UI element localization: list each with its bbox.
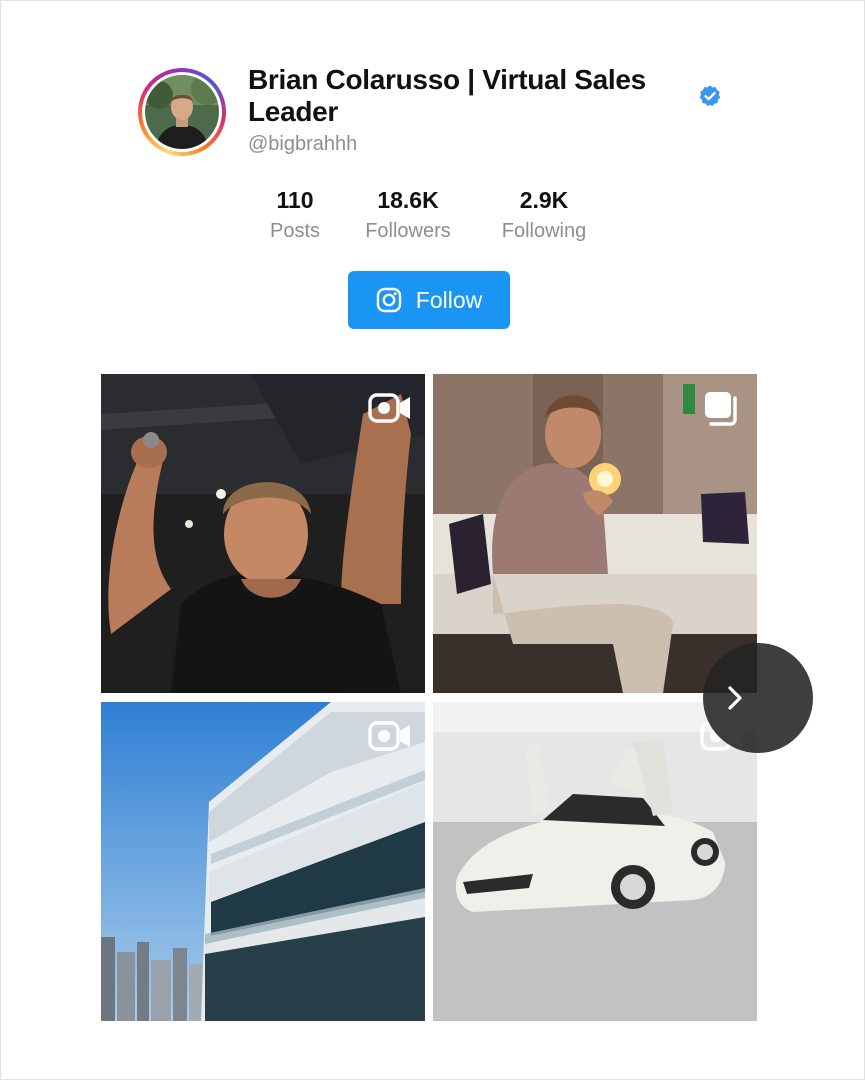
stat-label: Followers: [365, 220, 451, 242]
post-tile[interactable]: [433, 702, 757, 1021]
stat-value: 110: [276, 187, 314, 213]
post-tile[interactable]: [101, 374, 425, 693]
carousel-next-button[interactable]: [703, 643, 813, 753]
avatar[interactable]: [138, 68, 226, 156]
profile-name: Brian Colarusso | Virtual Sales Leader: [248, 64, 646, 127]
post-tile[interactable]: [101, 702, 425, 1021]
verified-badge-icon: [699, 85, 721, 107]
follow-button-label: Follow: [415, 286, 483, 313]
stat-following[interactable]: 2.9K Following: [492, 186, 596, 246]
stat-value: 18.6K: [377, 187, 439, 213]
video-camera-icon: [368, 721, 410, 751]
stat-posts[interactable]: 110 Posts: [260, 186, 330, 246]
chevron-right-icon: [728, 686, 742, 710]
stat-value: 2.9K: [519, 187, 569, 213]
stat-followers[interactable]: 18.6K Followers: [358, 186, 458, 246]
video-camera-icon: [368, 393, 410, 423]
post-tile[interactable]: [433, 374, 757, 693]
follow-button[interactable]: Follow: [348, 271, 510, 329]
username-handle: @bigbrahhh: [248, 133, 358, 155]
stat-label: Posts: [269, 220, 321, 242]
stat-label: Following: [501, 220, 587, 242]
multiple-images-icon: [705, 392, 737, 426]
instagram-icon: [376, 287, 401, 313]
profile-photo: [145, 75, 219, 149]
